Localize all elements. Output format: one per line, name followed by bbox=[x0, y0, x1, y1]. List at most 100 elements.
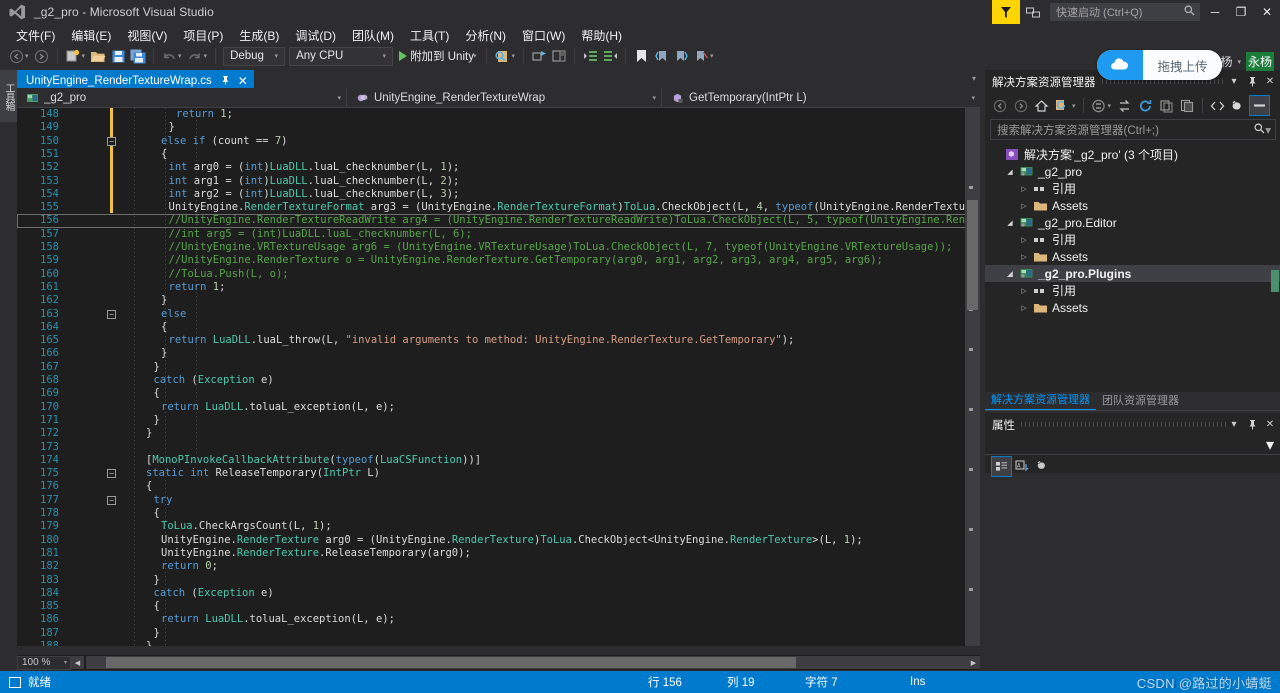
code-line[interactable]: 188} bbox=[17, 640, 980, 646]
clear-bookmark-icon[interactable] bbox=[691, 46, 711, 66]
solution-tree-item-[interactable]: ▷引用 bbox=[985, 282, 1280, 299]
solution-tree-item-_g2_pro.Plugins[interactable]: ◢_g2_pro.Plugins bbox=[985, 265, 1280, 282]
code-line[interactable]: 156//UnityEngine.RenderTextureReadWrite … bbox=[17, 214, 980, 227]
code-line[interactable]: 180UnityEngine.RenderTexture arg0 = (Uni… bbox=[17, 534, 980, 547]
solution-tree-scroll-thumb[interactable] bbox=[1271, 270, 1279, 292]
toolbox-tab[interactable]: 工具箱 bbox=[0, 70, 17, 122]
collapse-toggle-icon[interactable]: − bbox=[107, 310, 116, 319]
code-line[interactable]: 178{ bbox=[17, 507, 980, 520]
code-line[interactable]: 182return 0; bbox=[17, 560, 980, 573]
solution-tree-item-[interactable]: ▷引用 bbox=[985, 231, 1280, 248]
code-line[interactable]: 161return 1; bbox=[17, 281, 980, 294]
increase-indent-icon[interactable] bbox=[580, 46, 600, 66]
decrease-indent-icon[interactable] bbox=[600, 46, 620, 66]
close-icon[interactable]: ✕ bbox=[238, 74, 248, 88]
pin-icon[interactable] bbox=[1244, 416, 1260, 434]
bookmark-icon[interactable] bbox=[631, 46, 651, 66]
categorized-view-icon[interactable] bbox=[991, 456, 1012, 477]
chevron-down-icon[interactable]: ▾ bbox=[1237, 58, 1241, 66]
send-feedback-icon[interactable] bbox=[1020, 0, 1046, 24]
forward-icon[interactable] bbox=[1010, 95, 1031, 116]
code-line[interactable]: 154int arg2 = (int)LuaDLL.luaL_checknumb… bbox=[17, 188, 980, 201]
view-code-icon[interactable] bbox=[1207, 95, 1228, 116]
expanded-chevron-icon[interactable]: ◢ bbox=[1003, 168, 1017, 176]
pin-icon[interactable] bbox=[221, 75, 230, 88]
code-line[interactable]: 186return LuaDLL.toluaL_exception(L, e); bbox=[17, 613, 980, 626]
code-line[interactable]: 160//ToLua.Push(L, o); bbox=[17, 268, 980, 281]
panel-menu-icon[interactable]: ▾ bbox=[1226, 73, 1242, 91]
code-line[interactable]: 176{ bbox=[17, 480, 980, 493]
next-bookmark-icon[interactable] bbox=[671, 46, 691, 66]
chevron-down-icon[interactable]: ▾ bbox=[337, 94, 341, 102]
collapsed-chevron-icon[interactable]: ▷ bbox=[1017, 304, 1031, 312]
code-line[interactable]: 165return LuaDLL.luaL_throw(L, "invalid … bbox=[17, 334, 980, 347]
code-line[interactable]: 183} bbox=[17, 574, 980, 587]
collapsed-chevron-icon[interactable]: ▷ bbox=[1017, 236, 1031, 244]
expanded-chevron-icon[interactable]: ◢ bbox=[1003, 270, 1017, 278]
menu-edit[interactable]: 编辑(E) bbox=[63, 25, 119, 46]
collapse-all-icon[interactable] bbox=[1114, 95, 1135, 116]
code-line[interactable]: 164{ bbox=[17, 321, 980, 334]
code-line[interactable]: 152int arg0 = (int)LuaDLL.luaL_checknumb… bbox=[17, 161, 980, 174]
code-lines-container[interactable]: 148return 1;149}150−else if (count == 7)… bbox=[17, 108, 980, 646]
menu-build[interactable]: 生成(B) bbox=[231, 25, 287, 46]
collapsed-chevron-icon[interactable]: ▷ bbox=[1017, 253, 1031, 261]
menu-window[interactable]: 窗口(W) bbox=[514, 25, 573, 46]
collapse-toggle-icon[interactable]: − bbox=[107, 469, 116, 478]
properties-icon[interactable] bbox=[1228, 95, 1249, 116]
find-in-files-icon[interactable] bbox=[492, 46, 512, 66]
solution-tree-item-Assets[interactable]: ▷Assets bbox=[985, 299, 1280, 316]
scroll-left-arrow-icon[interactable]: ◀ bbox=[71, 656, 84, 669]
nav-class-combo[interactable]: UnityEngine_RenderTextureWrap ▾ bbox=[347, 88, 662, 107]
collapsed-chevron-icon[interactable]: ▷ bbox=[1017, 287, 1031, 295]
chevron-down-icon[interactable]: ▾ bbox=[1266, 435, 1274, 455]
attach-to-unity-button[interactable]: 附加到 Unity ▾ bbox=[395, 46, 481, 66]
code-line[interactable]: 173 bbox=[17, 441, 980, 454]
tab-solution-explorer[interactable]: 解决方案资源管理器 bbox=[985, 390, 1096, 410]
code-line[interactable]: 151{ bbox=[17, 148, 980, 161]
redo-icon[interactable] bbox=[185, 46, 205, 66]
code-line[interactable]: 174[MonoPInvokeCallbackAttribute(typeof(… bbox=[17, 454, 980, 467]
nav-project-combo[interactable]: _g2_pro ▾ bbox=[17, 88, 347, 107]
pin-icon[interactable] bbox=[1244, 73, 1260, 91]
code-line[interactable]: 168catch (Exception e) bbox=[17, 374, 980, 387]
chevron-down-icon[interactable]: ▾ bbox=[652, 94, 656, 102]
editor-vertical-scrollbar[interactable] bbox=[965, 108, 980, 646]
attach-dropdown-caret-icon[interactable]: ▾ bbox=[473, 52, 477, 60]
code-line[interactable]: 179ToLua.CheckArgsCount(L, 1); bbox=[17, 520, 980, 533]
back-icon[interactable] bbox=[989, 95, 1010, 116]
code-line[interactable]: 181UnityEngine.RenderTexture.ReleaseTemp… bbox=[17, 547, 980, 560]
tab-team-explorer[interactable]: 团队资源管理器 bbox=[1096, 391, 1185, 410]
close-icon[interactable]: ✕ bbox=[1262, 416, 1278, 434]
zoom-level-combo[interactable]: 100 % ▾ bbox=[17, 656, 71, 670]
panel-menu-icon[interactable]: ▾ bbox=[1226, 416, 1242, 434]
hscrollbar-thumb[interactable] bbox=[106, 657, 796, 668]
close-button[interactable]: ✕ bbox=[1254, 0, 1280, 24]
code-line[interactable]: 162} bbox=[17, 294, 980, 307]
solution-tree-item-Assets[interactable]: ▷Assets bbox=[985, 197, 1280, 214]
code-line[interactable]: 166} bbox=[17, 347, 980, 360]
code-line[interactable]: 149} bbox=[17, 121, 980, 134]
collapse-toggle-icon[interactable]: − bbox=[107, 137, 116, 146]
properties-object-combo[interactable]: ▾ bbox=[985, 436, 1280, 455]
menu-debug[interactable]: 调试(D) bbox=[287, 25, 344, 46]
navigate-forward-icon[interactable] bbox=[32, 46, 52, 66]
menu-file[interactable]: 文件(F) bbox=[8, 25, 63, 46]
code-line[interactable]: 158//UnityEngine.VRTextureUsage arg6 = (… bbox=[17, 241, 980, 254]
code-line[interactable]: 185{ bbox=[17, 600, 980, 613]
solution-tree-item-Assets[interactable]: ▷Assets bbox=[985, 248, 1280, 265]
pending-changes-icon[interactable] bbox=[1088, 95, 1109, 116]
new-project-icon[interactable] bbox=[63, 46, 83, 66]
expanded-chevron-icon[interactable]: ◢ bbox=[1003, 219, 1017, 227]
tab-list-icon[interactable]: ▾ bbox=[972, 74, 976, 83]
solution-tree[interactable]: 解决方案'_g2_pro' (3 个项目)◢_g2_pro▷引用▷Assets◢… bbox=[985, 143, 1280, 316]
code-line[interactable]: 148return 1; bbox=[17, 108, 980, 121]
collapsed-chevron-icon[interactable]: ▷ bbox=[1017, 202, 1031, 210]
scrollbar-thumb[interactable] bbox=[967, 200, 978, 310]
editor-horizontal-scrollbar[interactable] bbox=[86, 656, 967, 669]
code-line[interactable]: 177−try bbox=[17, 494, 980, 507]
solution-configuration-combo[interactable]: Debug ▾ bbox=[223, 47, 285, 66]
menu-analyze[interactable]: 分析(N) bbox=[457, 25, 514, 46]
code-line[interactable]: 153int arg1 = (int)LuaDLL.luaL_checknumb… bbox=[17, 175, 980, 188]
code-line[interactable]: 172} bbox=[17, 427, 980, 440]
